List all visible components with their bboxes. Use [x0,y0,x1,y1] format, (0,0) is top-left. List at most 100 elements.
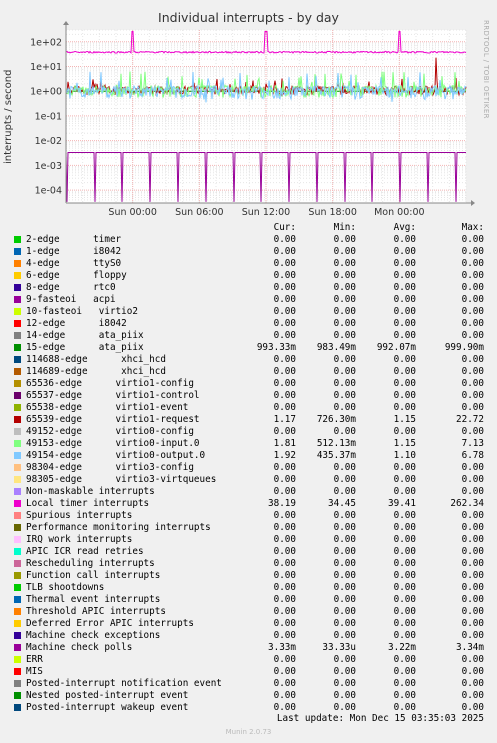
legend-swatch [14,488,21,495]
legend-row: 6-edge floppy 0.00 0.00 0.00 0.00 [0,270,497,282]
legend-swatch [14,704,21,711]
x-tick-label: Mon 00:00 [374,207,424,218]
legend-row: 9-fasteoi acpi 0.00 0.00 0.00 0.00 [0,294,497,306]
col-cur: Cur: [273,222,296,233]
x-tick-label: Sun 18:00 [308,207,356,218]
legend-row: 65539-edge virtio1-request 1.17 726.30m 1.1… [0,414,497,426]
legend-min: 0.00 [333,690,356,701]
legend-avg: 1.15 [393,438,416,449]
legend-name: 15-edge ata_piix [26,342,144,353]
legend-swatch [14,512,21,519]
legend-max: 0.00 [461,582,484,593]
y-tick-label: 1e-02 [35,136,62,147]
legend-name: Rescheduling interrupts [26,558,155,569]
legend-cur: 0.00 [273,390,296,401]
legend-swatch [14,692,21,699]
legend-name: 4-edge ttyS0 [26,258,122,269]
legend-cur: 0.00 [273,234,296,245]
legend-cur: 0.00 [273,486,296,497]
legend-avg: 0.00 [393,306,416,317]
legend-min: 0.00 [333,582,356,593]
legend-cur: 0.00 [273,690,296,701]
legend-avg: 0.00 [393,522,416,533]
legend-row: 98304-edge virtio3-config 0.00 0.00 0.00 0.0… [0,462,497,474]
legend-row: Local timer interrupts 38.19 34.45 39.41 262… [0,498,497,510]
legend-avg: 0.00 [393,378,416,389]
legend-row: APIC ICR read retries 0.00 0.00 0.00 0.00 [0,546,497,558]
legend-cur: 0.00 [273,270,296,281]
legend-min: 0.00 [333,270,356,281]
legend-name: 65537-edge virtio1-control [26,390,200,401]
y-tick-label: 1e-03 [35,161,62,172]
legend-min: 726.30m [316,414,356,425]
legend-swatch [14,284,21,291]
legend-min: 0.00 [333,570,356,581]
legend-max: 0.00 [461,366,484,377]
legend-avg: 0.00 [393,294,416,305]
legend-min: 0.00 [333,378,356,389]
legend-row: Deferred Error APIC interrupts 0.00 0.00 0.… [0,618,497,630]
legend-cur: 0.00 [273,474,296,485]
y-tick-label: 1e-01 [35,111,62,122]
legend-max: 0.00 [461,294,484,305]
legend-max: 0.00 [461,474,484,485]
legend-max: 0.00 [461,594,484,605]
legend-min: 0.00 [333,354,356,365]
x-tick-label: Sun 06:00 [175,207,223,218]
legend-max: 0.00 [461,666,484,677]
legend-avg: 0.00 [393,246,416,257]
legend-row: 49153-edge virtio0-input.0 1.81 512.13m 1.1… [0,438,497,450]
legend-avg: 0.00 [393,486,416,497]
legend-max: 0.00 [461,330,484,341]
legend-min: 0.00 [333,474,356,485]
legend-swatch [14,416,21,423]
legend-min: 0.00 [333,426,356,437]
legend-row: 49154-edge virtio0-output.0 1.92 435.37m 1.… [0,450,497,462]
legend-swatch [14,596,21,603]
legend-min: 0.00 [333,294,356,305]
legend-swatch [14,428,21,435]
legend-max: 0.00 [461,462,484,473]
legend-name: Machine check polls [26,642,133,653]
legend-swatch [14,536,21,543]
legend-min: 0.00 [333,606,356,617]
legend-cur: 0.00 [273,570,296,581]
legend-avg: 0.00 [393,426,416,437]
legend-max: 0.00 [461,282,484,293]
legend-avg: 1.10 [393,450,416,461]
legend-max: 0.00 [461,258,484,269]
legend-swatch [14,260,21,267]
legend-name: Performance monitoring interrupts [26,522,211,533]
legend-swatch [14,320,21,327]
legend-cur: 0.00 [273,546,296,557]
legend-min: 0.00 [333,630,356,641]
legend-cur: 0.00 [273,630,296,641]
legend-name: 9-fasteoi acpi [26,294,116,305]
legend-min: 0.00 [333,558,356,569]
legend-name: Thermal event interrupts [26,594,161,605]
legend-row: Function call interrupts 0.00 0.00 0.00 0.00 [0,570,497,582]
legend-row: Machine check exceptions 0.00 0.00 0.00 0.00 [0,630,497,642]
legend-cur: 0.00 [273,330,296,341]
legend-min: 0.00 [333,306,356,317]
legend-swatch [14,332,21,339]
legend-cur: 0.00 [273,462,296,473]
legend-cur: 0.00 [273,282,296,293]
legend-max: 0.00 [461,570,484,581]
legend-avg: 0.00 [393,330,416,341]
legend-cur: 0.00 [273,306,296,317]
legend-row: Threshold APIC interrupts 0.00 0.00 0.00 0.0… [0,606,497,618]
legend-max: 0.00 [461,678,484,689]
legend-avg: 0.00 [393,318,416,329]
legend-name: 114688-edge xhci_hcd [26,354,166,365]
legend-swatch [14,572,21,579]
legend-avg: 0.00 [393,606,416,617]
legend-name: MIS [26,666,43,677]
legend-max: 0.00 [461,270,484,281]
legend-avg: 3.22m [388,642,416,653]
legend-swatch [14,524,21,531]
legend-name: Function call interrupts [26,570,161,581]
legend-avg: 0.00 [393,678,416,689]
legend-avg: 0.00 [393,654,416,665]
legend-cur: 0.00 [273,678,296,689]
